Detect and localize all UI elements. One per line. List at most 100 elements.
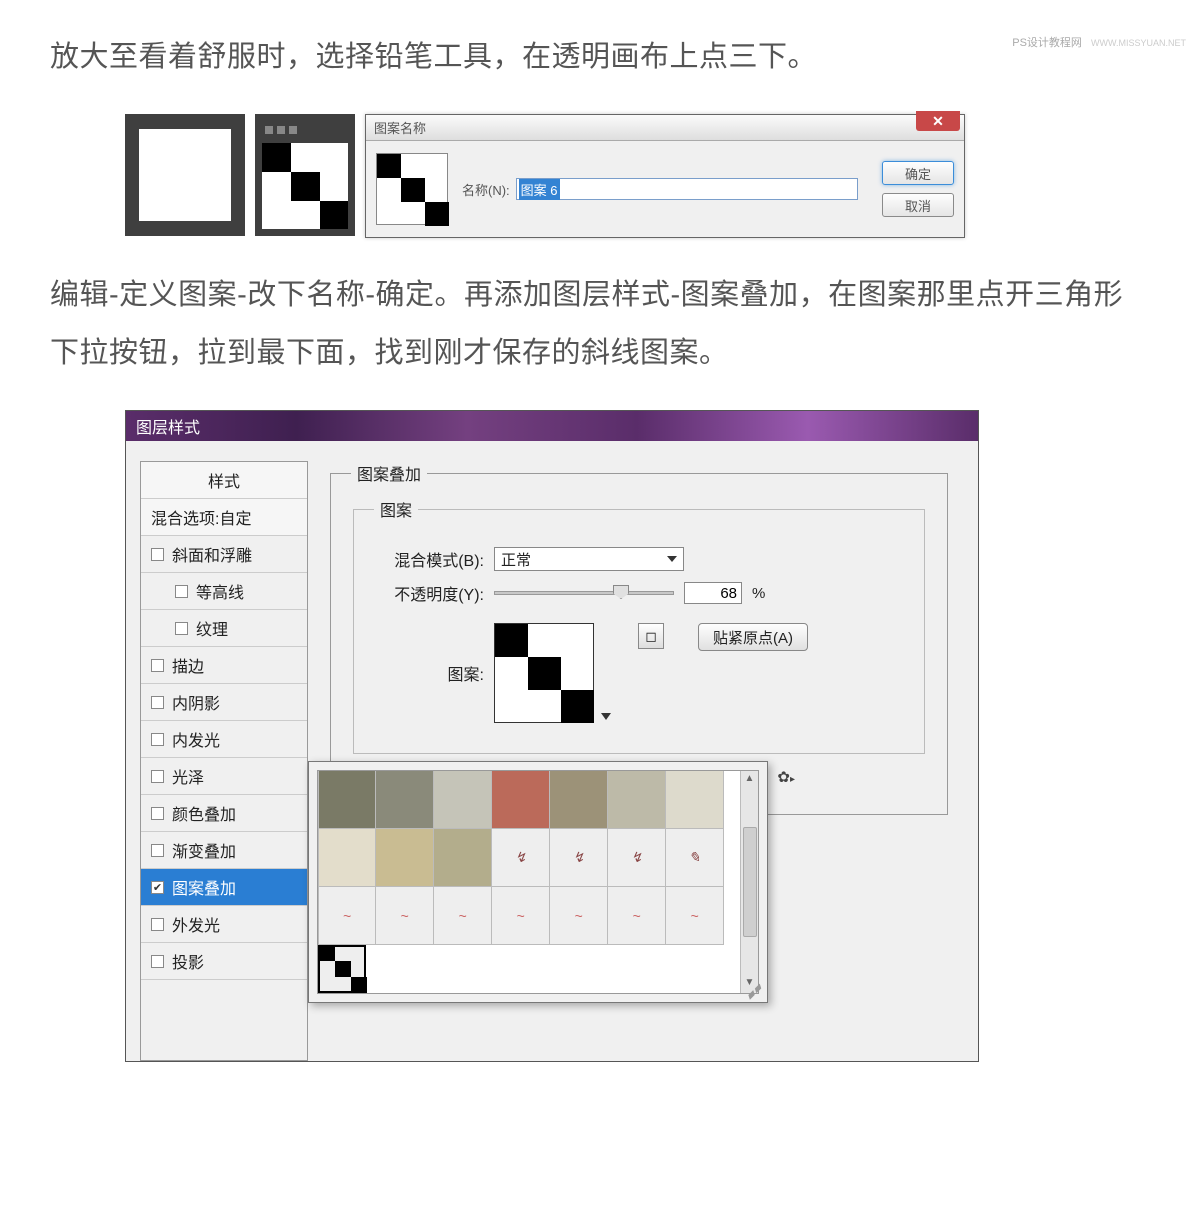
pattern-dialog-titlebar: 图案名称 ✕	[366, 115, 964, 141]
pattern-cell[interactable]: ~	[318, 887, 376, 945]
close-button[interactable]: ✕	[916, 111, 960, 131]
checkbox[interactable]	[151, 807, 164, 820]
picker-scrollbar[interactable]: ▲ ▼	[740, 771, 758, 993]
slider-thumb[interactable]	[613, 585, 629, 599]
checkbox[interactable]	[175, 585, 188, 598]
layer-style-titlebar: 图层样式	[126, 411, 978, 441]
opacity-slider[interactable]	[494, 591, 674, 595]
pattern-swatch[interactable]	[494, 623, 594, 723]
pattern-cell[interactable]: ~	[550, 887, 608, 945]
sidebar-item[interactable]: 渐变叠加	[141, 832, 307, 869]
pixel-dot	[320, 201, 348, 229]
chevron-down-icon[interactable]	[601, 713, 611, 720]
pattern-cell[interactable]	[434, 829, 492, 887]
pattern-name-dialog: 图案名称 ✕ 名称(N): 图案 6 确定	[365, 114, 965, 238]
blendmode-value: 正常	[501, 549, 531, 570]
name-input[interactable]: 图案 6	[516, 178, 858, 200]
scroll-thumb[interactable]	[743, 827, 757, 937]
blendmode-select[interactable]: 正常	[494, 547, 684, 571]
pattern-cell[interactable]	[492, 771, 550, 829]
transparent-canvas-with-pattern	[262, 143, 348, 229]
pattern-cell[interactable]: ✎	[666, 829, 724, 887]
pattern-cell[interactable]	[376, 771, 434, 829]
sidebar-item[interactable]: 内发光	[141, 721, 307, 758]
checkbox[interactable]	[151, 955, 164, 968]
checkbox[interactable]	[151, 918, 164, 931]
pattern-cell[interactable]	[434, 771, 492, 829]
checkbox[interactable]	[151, 696, 164, 709]
checkbox[interactable]	[151, 659, 164, 672]
pattern-picker-popup: ✿▸	[308, 761, 768, 1003]
style-sidebar: 样式 混合选项:自定 斜面和浮雕等高线纹理描边内阴影内发光光泽颜色叠加渐变叠加 ✔…	[140, 461, 308, 1061]
snap-origin-button[interactable]: 贴紧原点(A)	[698, 623, 808, 651]
scroll-up-icon[interactable]: ▲	[743, 773, 757, 787]
name-label: 名称(N):	[462, 180, 510, 199]
checkbox[interactable]	[151, 733, 164, 746]
cancel-button[interactable]: 取消	[882, 193, 954, 217]
checkbox[interactable]	[151, 770, 164, 783]
sidebar-item-label: 渐变叠加	[172, 838, 236, 862]
pattern-cell[interactable]: ↯	[550, 829, 608, 887]
pattern-cell[interactable]: ~	[376, 887, 434, 945]
canvas-preview-drawn	[255, 114, 355, 236]
sidebar-blend-options[interactable]: 混合选项:自定	[141, 499, 307, 536]
sidebar-item[interactable]: 斜面和浮雕	[141, 536, 307, 573]
checkbox[interactable]	[151, 844, 164, 857]
pattern-cell[interactable]	[376, 829, 434, 887]
transparent-canvas	[139, 129, 231, 221]
sidebar-item[interactable]: 等高线	[141, 573, 307, 610]
sidebar-item[interactable]: 描边	[141, 647, 307, 684]
tool-icon	[265, 126, 273, 134]
sidebar-item[interactable]: 纹理	[141, 610, 307, 647]
pattern-cell[interactable]: ~	[434, 887, 492, 945]
sidebar-item-label: 内阴影	[172, 690, 220, 714]
ok-button[interactable]: 确定	[882, 161, 954, 185]
sidebar-item-label: 等高线	[196, 579, 244, 603]
pattern-subgroup: 图案 混合模式(B): 正常 不透明度(Y):	[353, 497, 925, 754]
sidebar-item[interactable]: ✔ 图案叠加	[141, 869, 307, 906]
sidebar-item[interactable]: 光泽	[141, 758, 307, 795]
sidebar-item[interactable]: 颜色叠加	[141, 795, 307, 832]
name-value-selected: 图案 6	[519, 179, 560, 200]
sidebar-item[interactable]: 内阴影	[141, 684, 307, 721]
pixel-dot	[262, 143, 291, 172]
close-icon: ✕	[932, 113, 944, 130]
checkbox[interactable]: ✔	[151, 881, 164, 894]
sidebar-item-label: 颜色叠加	[172, 801, 236, 825]
subgroup-title: 图案	[374, 497, 418, 521]
watermark: PS设计教程网 WWW.MISSYUAN.NET	[1012, 34, 1186, 50]
pattern-cell[interactable]	[318, 829, 376, 887]
pattern-cell[interactable]: ~	[492, 887, 550, 945]
top-screenshot-row: 图案名称 ✕ 名称(N): 图案 6 确定	[125, 114, 1150, 238]
sidebar-item-label: 图案叠加	[172, 875, 236, 899]
opacity-label: 不透明度(Y):	[374, 581, 484, 605]
checkbox[interactable]	[151, 548, 164, 561]
chevron-down-icon	[667, 556, 677, 562]
pattern-cell[interactable]: ~	[608, 887, 666, 945]
sidebar-item-label: 描边	[172, 653, 204, 677]
layer-style-title: 图层样式	[136, 414, 200, 438]
pattern-cell[interactable]	[550, 771, 608, 829]
watermark-sub: WWW.MISSYUAN.NET	[1091, 38, 1186, 48]
pattern-cell-selected[interactable]	[318, 945, 366, 993]
pattern-cell[interactable]	[608, 771, 666, 829]
pattern-cell[interactable]	[666, 771, 724, 829]
checkbox[interactable]	[175, 622, 188, 635]
pixel-dot	[561, 690, 594, 723]
gear-icon[interactable]: ✿▸	[777, 768, 795, 786]
mini-toolbar	[261, 121, 349, 139]
sidebar-item-label: 纹理	[196, 616, 228, 640]
new-pattern-button[interactable]: ◻	[638, 623, 664, 649]
name-form: 名称(N): 图案 6	[462, 178, 858, 200]
sidebar-item[interactable]: 投影	[141, 943, 307, 980]
pattern-cell[interactable]: ~	[666, 887, 724, 945]
opacity-input[interactable]	[684, 582, 742, 604]
sidebar-item-label: 投影	[172, 949, 204, 973]
tool-icon	[289, 126, 297, 134]
sidebar-item[interactable]: 外发光	[141, 906, 307, 943]
pattern-cell[interactable]: ↯	[492, 829, 550, 887]
pattern-cell[interactable]: ↯	[608, 829, 666, 887]
pattern-cell[interactable]	[318, 771, 376, 829]
sidebar-header[interactable]: 样式	[141, 462, 307, 499]
layer-style-dialog: 图层样式 样式 混合选项:自定 斜面和浮雕等高线纹理描边内阴影内发光光泽颜色叠加…	[125, 410, 979, 1062]
